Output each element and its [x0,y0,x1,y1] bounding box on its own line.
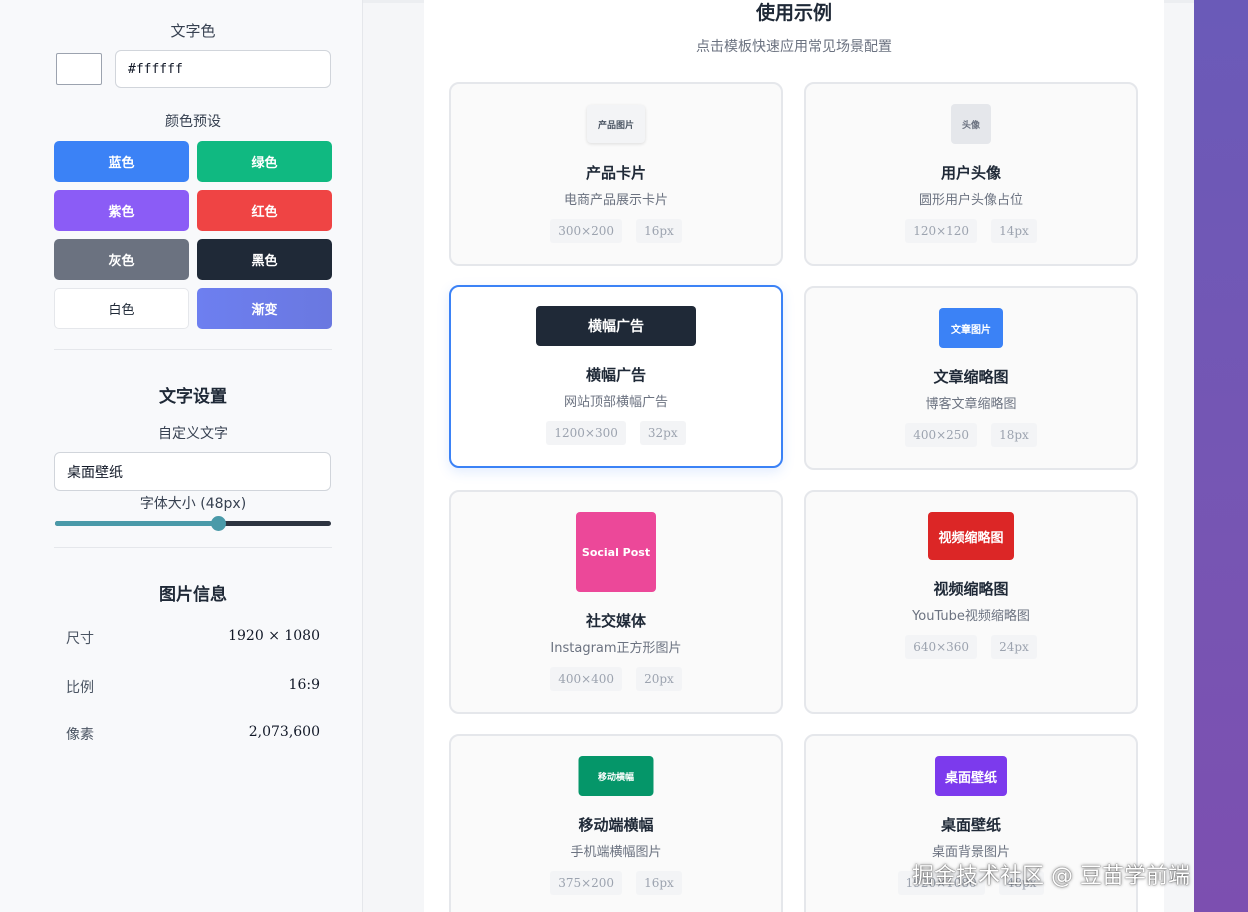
template-desc: 手机端横幅图片 [570,845,662,860]
template-card-avatar[interactable]: 头像 用户头像 圆形用户头像占位 120×120 14px [804,82,1138,266]
template-thumbnail: 文章图片 [939,308,1003,348]
preset-black-button[interactable]: 黑色 [197,239,332,280]
template-title: 横幅广告 [585,366,646,384]
size-chip: 375×200 [550,871,623,895]
template-title: 社交媒体 [585,612,646,630]
template-specs: 640×360 24px [806,635,1136,659]
template-title: 视频缩略图 [933,580,1009,598]
size-chip: 1200×300 [546,421,626,445]
examples-subtitle: 点击模板快速应用常见场景配置 [696,39,892,55]
template-desc: 圆形用户头像占位 [918,193,1023,208]
template-desc: Instagram正方形图片 [550,641,682,656]
info-key: 像素 [66,727,94,743]
template-card-banner[interactable]: 横幅广告 横幅广告 网站顶部横幅广告 1200×300 32px [449,285,783,468]
font-chip: 24px [991,635,1037,659]
preset-white-button[interactable]: 白色 [54,288,189,329]
template-title: 移动端横幅 [578,816,654,834]
font-chip: 14px [991,219,1037,243]
template-specs: 1200×300 32px [451,421,781,445]
font-size-label: 字体大小 (48px) [139,496,247,512]
custom-text-label: 自定义文字 [158,426,228,442]
template-thumbnail: 视频缩略图 [928,512,1014,560]
template-title: 文章缩略图 [933,368,1009,386]
info-row-ratio: 比例 16:9 [66,677,320,697]
examples-title: 使用示例 [755,2,832,24]
font-chip: 18px [991,423,1037,447]
font-size-slider-thumb[interactable] [210,516,226,531]
font-size-slider[interactable] [55,516,331,531]
color-presets-label: 颜色预设 [165,114,221,130]
watermark-text: 掘金技术社区 @ 豆苗学前端 [912,864,1190,889]
template-desc: 网站顶部横幅广告 [563,395,668,410]
size-chip: 120×120 [905,219,978,243]
font-chip: 20px [636,667,682,691]
template-thumbnail: 横幅广告 [536,306,696,346]
text-color-label: 文字色 [170,22,216,40]
template-thumbnail: Social Post [576,512,656,592]
template-thumbnail: 产品图片 [587,105,645,143]
template-desc: 电商产品展示卡片 [563,193,668,208]
preset-purple-button[interactable]: 紫色 [54,190,189,231]
template-thumbnail: 桌面壁纸 [935,756,1007,796]
info-value: 1920 × 1080 [228,628,320,644]
font-size-slider-fill [55,521,218,526]
template-card-video[interactable]: 视频缩略图 视频缩略图 YouTube视频缩略图 640×360 24px [804,490,1138,714]
text-color-swatch[interactable] [56,53,102,85]
size-chip: 400×250 [905,423,978,447]
font-chip: 16px [636,871,682,895]
template-card-product[interactable]: 产品图片 产品卡片 电商产品展示卡片 300×200 16px [449,82,783,266]
info-row-size: 尺寸 1920 × 1080 [66,628,320,648]
size-chip: 640×360 [905,635,978,659]
font-chip: 32px [639,421,686,445]
settings-sidebar: 文字色 颜色预设 蓝色 绿色 紫色 红色 灰色 黑色 白色 渐变 文字设置 自定… [0,0,363,912]
divider [54,547,332,548]
template-specs: 120×120 14px [806,219,1136,243]
template-desc: 博客文章缩略图 [925,397,1017,412]
template-card-mobile[interactable]: 移动横幅 移动端横幅 手机端横幅图片 375×200 16px [449,734,783,912]
size-chip: 300×200 [550,219,623,243]
template-title: 桌面壁纸 [940,816,1001,834]
size-chip: 400×400 [550,667,623,691]
template-card-article[interactable]: 文章图片 文章缩略图 博客文章缩略图 400×250 18px [804,286,1138,470]
info-row-pixels: 像素 2,073,600 [66,724,320,744]
image-info-title: 图片信息 [159,585,227,605]
template-card-social[interactable]: Social Post 社交媒体 Instagram正方形图片 400×400 … [449,490,783,714]
template-desc: YouTube视频缩略图 [912,609,1030,624]
template-specs: 400×250 18px [806,423,1136,447]
preset-gray-button[interactable]: 灰色 [54,239,189,280]
background-gradient-strip [1194,0,1248,912]
custom-text-input[interactable] [54,452,331,491]
info-value: 16:9 [288,677,320,693]
template-specs: 300×200 16px [451,219,781,243]
info-value: 2,073,600 [248,724,320,740]
divider [54,349,332,350]
color-preset-grid: 蓝色 绿色 紫色 红色 灰色 黑色 白色 渐变 [54,141,332,329]
text-color-hex-input[interactable] [115,50,331,88]
template-specs: 375×200 16px [451,871,781,895]
preset-green-button[interactable]: 绿色 [197,141,332,182]
info-key: 比例 [66,680,94,696]
template-thumbnail: 头像 [951,104,991,144]
preset-red-button[interactable]: 红色 [197,190,332,231]
template-specs: 400×400 20px [451,667,781,691]
preset-gradient-button[interactable]: 渐变 [197,288,332,329]
font-chip: 16px [636,219,682,243]
template-thumbnail: 移动横幅 [578,756,654,796]
info-key: 尺寸 [66,631,94,647]
template-title: 用户头像 [940,164,1001,182]
template-title: 产品卡片 [585,164,646,182]
text-settings-title: 文字设置 [159,387,227,407]
preset-blue-button[interactable]: 蓝色 [54,141,189,182]
